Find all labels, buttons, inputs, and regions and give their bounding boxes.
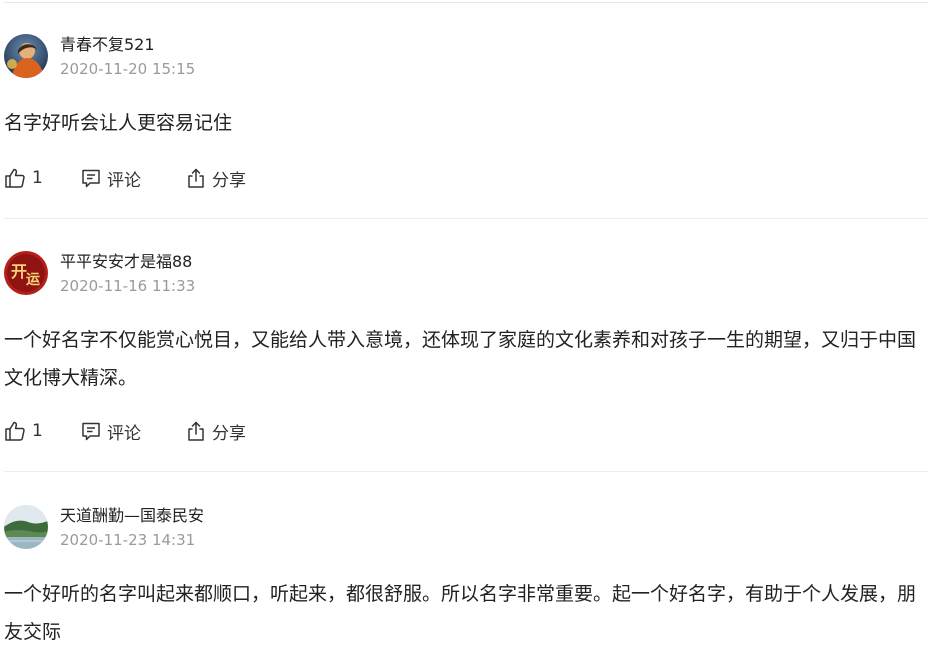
avatar[interactable] — [4, 505, 48, 549]
divider — [4, 471, 928, 472]
avatar[interactable] — [4, 34, 48, 78]
like-count: 1 — [32, 168, 43, 188]
comment-icon — [80, 420, 102, 442]
share-button[interactable]: 分享 — [185, 419, 246, 444]
timestamp: 2020-11-20 15:15 — [60, 60, 196, 78]
action-bar: 1 评论 分享 — [4, 419, 246, 444]
share-icon — [185, 420, 207, 442]
timestamp: 2020-11-16 11:33 — [60, 277, 196, 295]
thumbs-up-icon — [4, 420, 26, 442]
comment-icon — [80, 167, 102, 189]
comment-button[interactable]: 评论 — [80, 419, 185, 444]
like-count: 1 — [32, 421, 43, 441]
comment-label: 评论 — [107, 423, 141, 444]
comment-text: 名字好听会让人更容易记住 — [4, 112, 233, 134]
top-divider — [4, 2, 928, 3]
comment-text: 一个好名字不仅能赏心悦目，又能给人带入意境，还体现了家庭的文化素养和对孩子一生的… — [4, 329, 917, 389]
timestamp: 2020-11-23 14:31 — [60, 531, 196, 549]
avatar[interactable]: 开 运 — [4, 251, 48, 295]
share-button[interactable]: 分享 — [185, 166, 246, 191]
like-button[interactable]: 1 — [4, 419, 80, 443]
comment-text: 一个好听的名字叫起来都顺口，听起来，都很舒服。所以名字非常重要。起一个好名字，有… — [4, 583, 917, 643]
username[interactable]: 青春不复521 — [60, 34, 155, 56]
share-icon — [185, 167, 207, 189]
username[interactable]: 天道酬勤—国泰民安 — [60, 505, 204, 527]
svg-text:运: 运 — [26, 272, 40, 288]
comment-list: 青春不复521 2020-11-20 15:15 名字好听会让人更容易记住 1 — [0, 0, 942, 649]
username[interactable]: 平平安安才是福88 — [60, 251, 192, 273]
action-bar: 1 评论 分享 — [4, 166, 246, 191]
divider — [4, 218, 928, 219]
share-label: 分享 — [212, 423, 246, 444]
like-button[interactable]: 1 — [4, 166, 80, 190]
comment-label: 评论 — [107, 170, 141, 191]
svg-text:开: 开 — [11, 262, 27, 281]
share-label: 分享 — [212, 170, 246, 191]
comment-button[interactable]: 评论 — [80, 166, 185, 191]
thumbs-up-icon — [4, 167, 26, 189]
